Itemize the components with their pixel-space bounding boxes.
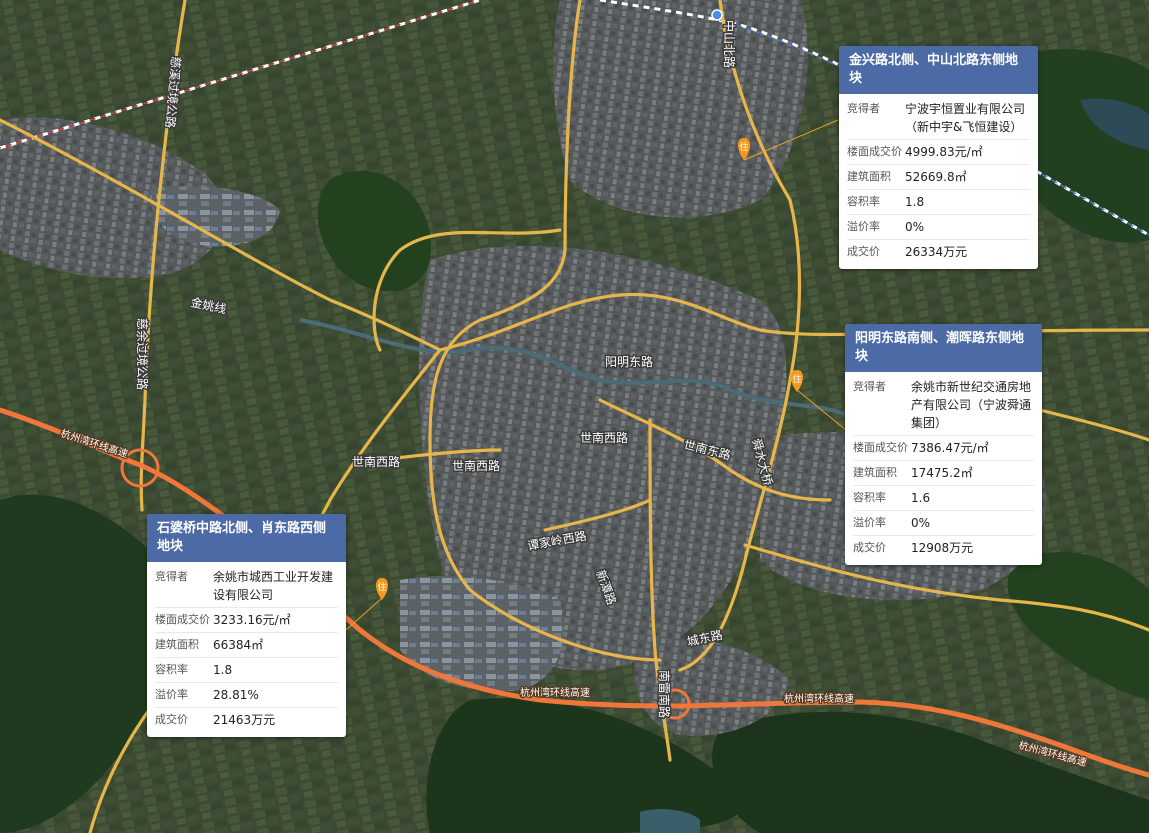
premium-rate-value: 0% (905, 220, 925, 234)
pin-label: 住 (739, 141, 748, 153)
parcel-title: 金兴路北侧、中山北路东侧地块 (839, 46, 1038, 94)
info-row: 容积率 1.8 (847, 190, 1030, 215)
info-row: 建筑面积 66384㎡ (155, 633, 338, 658)
info-key: 溢价率 (853, 516, 886, 529)
expressway-label: 杭州湾环线高速 (520, 686, 590, 699)
info-row: 楼面成交价 3233.16元/㎡ (155, 608, 338, 633)
winner-value: 余姚市新世纪交通房地产有限公司（宁波舜通集团） (911, 380, 1032, 430)
deal-price-value: 26334万元 (905, 245, 968, 259)
info-key: 建筑面积 (853, 466, 897, 479)
info-key: 建筑面积 (155, 638, 199, 651)
info-row: 成交价 12908万元 (853, 536, 1034, 560)
info-row: 建筑面积 52669.8㎡ (847, 165, 1030, 190)
parcel-title: 阳明东路南侧、潮晖路东侧地块 (845, 324, 1042, 372)
unit-price-value: 3233.16元/㎡ (213, 613, 291, 627)
road-label: 南雷南路 (657, 670, 672, 718)
info-row: 溢价率 28.81% (155, 683, 338, 708)
info-row: 容积率 1.8 (155, 658, 338, 683)
pin-label: 住 (377, 581, 386, 593)
info-key: 成交价 (853, 541, 886, 554)
floor-area-value: 52669.8㎡ (905, 170, 967, 184)
premium-rate-value: 28.81% (213, 688, 259, 702)
info-row: 竞得者 余姚市新世纪交通房地产有限公司（宁波舜通集团） (853, 375, 1034, 436)
info-key: 容积率 (847, 195, 880, 208)
info-row: 成交价 26334万元 (847, 240, 1030, 264)
info-key: 竞得者 (155, 570, 188, 583)
plot-ratio-value: 1.8 (905, 195, 925, 209)
parcel-info-card[interactable]: 石婆桥中路北侧、肖东路西侧地块 竞得者 余姚市城西工业开发建设有限公司 楼面成交价… (147, 514, 346, 737)
winner-value: 余姚市城西工业开发建设有限公司 (213, 570, 334, 602)
info-row: 成交价 21463万元 (155, 708, 338, 732)
info-key: 建筑面积 (847, 170, 891, 183)
deal-price-value: 21463万元 (213, 713, 276, 727)
info-key: 楼面成交价 (853, 441, 908, 454)
parcel-info-card[interactable]: 金兴路北侧、中山北路东侧地块 竞得者 宁波宇恒置业有限公司（新中宇&飞恒建设） 楼… (839, 46, 1038, 269)
floor-area-value: 66384㎡ (213, 638, 264, 652)
info-row: 楼面成交价 7386.47元/㎡ (853, 436, 1034, 461)
info-row: 溢价率 0% (853, 511, 1034, 536)
road-label: 世南西路 (452, 458, 500, 473)
info-key: 成交价 (847, 245, 880, 258)
urban-area (553, 0, 808, 218)
road-label: 世南西路 (580, 430, 628, 445)
info-row: 建筑面积 17475.2㎡ (853, 461, 1034, 486)
plot-ratio-value: 1.8 (213, 663, 233, 677)
location-dot[interactable] (711, 9, 723, 21)
info-row: 竞得者 宁波宇恒置业有限公司（新中宇&飞恒建设） (847, 97, 1030, 140)
info-key: 溢价率 (155, 688, 188, 701)
unit-price-value: 7386.47元/㎡ (911, 441, 989, 455)
info-key: 竞得者 (847, 102, 880, 115)
info-row: 竞得者 余姚市城西工业开发建设有限公司 (155, 565, 338, 608)
pin-label: 住 (792, 373, 801, 385)
info-key: 楼面成交价 (155, 613, 210, 626)
info-row: 溢价率 0% (847, 215, 1030, 240)
road-label: 慈余过境公路 (135, 318, 150, 390)
road-label: 中山北路 (722, 20, 737, 68)
parcel-title: 石婆桥中路北侧、肖东路西侧地块 (147, 514, 346, 562)
info-row: 容积率 1.6 (853, 486, 1034, 511)
parcel-info-card[interactable]: 阳明东路南侧、潮晖路东侧地块 竞得者 余姚市新世纪交通房地产有限公司（宁波舜通集团… (845, 324, 1042, 565)
expressway-label: 杭州湾环线高速 (784, 692, 854, 705)
info-key: 成交价 (155, 713, 188, 726)
info-key: 楼面成交价 (847, 145, 902, 158)
info-key: 竞得者 (853, 380, 886, 393)
premium-rate-value: 0% (911, 516, 931, 530)
unit-price-value: 4999.83元/㎡ (905, 145, 983, 159)
info-key: 溢价率 (847, 220, 880, 233)
deal-price-value: 12908万元 (911, 541, 974, 555)
info-key: 容积率 (853, 491, 886, 504)
plot-ratio-value: 1.6 (911, 491, 931, 505)
info-row: 楼面成交价 4999.83元/㎡ (847, 140, 1030, 165)
road-label: 阳明东路 (605, 354, 653, 369)
floor-area-value: 17475.2㎡ (911, 466, 973, 480)
winner-value: 宁波宇恒置业有限公司（新中宇&飞恒建设） (905, 102, 1026, 134)
info-key: 容积率 (155, 663, 188, 676)
road-label: 世南西路 (352, 454, 400, 469)
